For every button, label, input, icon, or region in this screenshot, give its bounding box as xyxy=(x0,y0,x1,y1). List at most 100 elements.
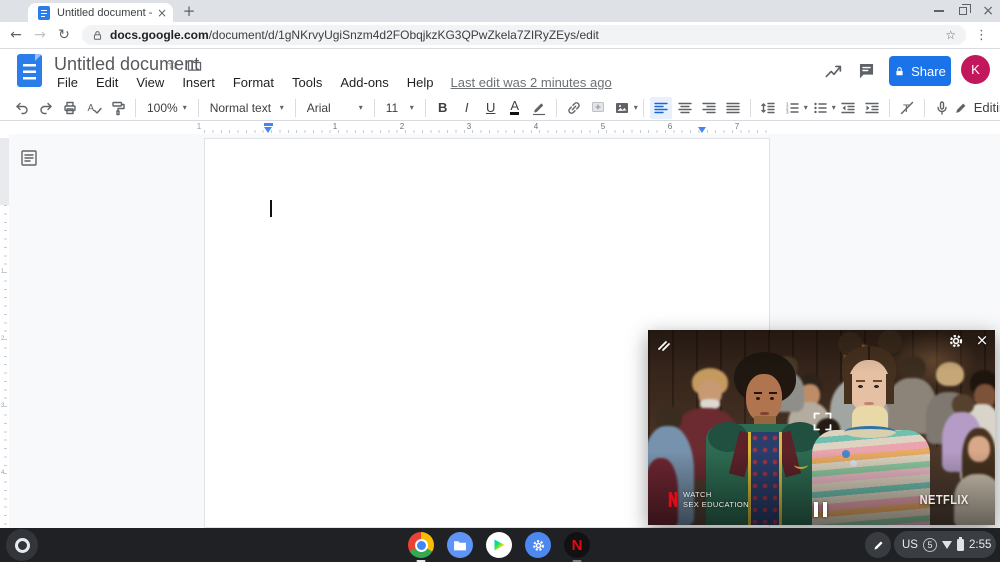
font-select[interactable]: Arial▾ xyxy=(301,101,369,115)
menu-edit[interactable]: Edit xyxy=(87,75,127,90)
docs-header: Untitled document ☆ File Edit View Inser… xyxy=(0,49,1000,95)
status-tray[interactable]: US 5 2:55 xyxy=(894,531,996,558)
menu-help[interactable]: Help xyxy=(398,75,443,90)
window-restore-button[interactable] xyxy=(959,7,967,15)
tab-close-icon[interactable]: × xyxy=(157,6,167,20)
window-close-button[interactable]: × xyxy=(982,4,994,18)
text-color-button[interactable]: A xyxy=(504,97,526,119)
fullscreen-icon[interactable] xyxy=(813,412,832,436)
account-avatar[interactable]: K xyxy=(961,55,990,84)
insert-link-button[interactable] xyxy=(563,97,585,119)
font-value: Arial xyxy=(307,101,331,115)
italic-button[interactable]: I xyxy=(456,97,478,119)
chevron-down-icon: ▾ xyxy=(410,103,414,112)
screen: Untitled document - Google Docs × + × ← … xyxy=(0,0,1000,562)
line-spacing-button[interactable] xyxy=(757,97,779,119)
pause-icon[interactable] xyxy=(814,502,827,517)
document-outline-icon[interactable] xyxy=(18,147,40,174)
ruler-number: 2 xyxy=(400,122,404,131)
vertical-ruler[interactable]: 1 2 3 4 xyxy=(0,134,9,528)
new-tab-button[interactable]: + xyxy=(179,1,199,21)
insert-image-button[interactable] xyxy=(611,97,633,119)
vruler-number: 4 xyxy=(1,470,4,476)
menu-tools[interactable]: Tools xyxy=(283,75,331,90)
bookmark-star-icon[interactable]: ☆ xyxy=(945,28,956,42)
align-center-button[interactable] xyxy=(674,97,696,119)
zoom-select[interactable]: 100%▾ xyxy=(141,101,193,115)
play-store-app-icon[interactable] xyxy=(486,532,512,558)
pen-icon xyxy=(872,539,885,552)
numbered-list-button[interactable]: 123 xyxy=(781,97,803,119)
redo-button[interactable] xyxy=(35,97,57,119)
horizontal-ruler[interactable]: 1 1 2 3 4 5 6 7 xyxy=(0,122,1000,134)
browser-refresh-button[interactable]: ↻ xyxy=(52,27,76,43)
stylus-tools-button[interactable] xyxy=(865,532,891,558)
highlight-color-button[interactable] xyxy=(528,97,550,119)
notification-badge: 5 xyxy=(923,538,937,552)
browser-menu-icon[interactable]: ⋮ xyxy=(975,28,988,43)
window-controls: × xyxy=(934,0,994,22)
browser-tab-strip: Untitled document - Google Docs × + × xyxy=(0,0,1000,22)
chevron-down-icon[interactable]: ▾ xyxy=(634,103,638,112)
star-document-icon[interactable]: ☆ xyxy=(167,58,179,73)
decrease-indent-button[interactable] xyxy=(837,97,859,119)
underline-button[interactable]: U xyxy=(480,97,502,119)
browser-tab[interactable]: Untitled document - Google Docs × xyxy=(28,3,173,22)
share-label: Share xyxy=(911,64,946,79)
align-right-button[interactable] xyxy=(698,97,720,119)
pip-close-icon[interactable]: × xyxy=(973,331,991,349)
chrome-app-icon[interactable] xyxy=(408,532,434,558)
avatar-initial: K xyxy=(971,62,980,77)
print-button[interactable] xyxy=(59,97,81,119)
pip-settings-icon[interactable] xyxy=(948,333,964,354)
pip-video-window[interactable]: × WATCH SEX EDUCATION NETFLIX xyxy=(648,330,995,525)
align-left-button[interactable] xyxy=(650,97,672,119)
window-minimize-button[interactable] xyxy=(934,10,944,12)
video-title: SEX EDUCATION xyxy=(683,500,749,510)
undo-button[interactable] xyxy=(11,97,33,119)
chevron-down-icon[interactable]: ▾ xyxy=(804,103,808,112)
clock: 2:55 xyxy=(969,539,991,551)
svg-text:3: 3 xyxy=(786,109,789,114)
add-comment-button[interactable] xyxy=(587,97,609,119)
spelling-check-button[interactable]: A xyxy=(83,97,105,119)
font-size-value: 11 xyxy=(386,101,398,115)
menu-file[interactable]: File xyxy=(48,75,87,90)
ruler-number: 7 xyxy=(735,122,739,131)
netflix-app-icon[interactable]: N xyxy=(564,532,590,558)
menu-view[interactable]: View xyxy=(127,75,173,90)
url-path: /document/d/1gNKrvyUgiSnzm4d2FObqjkzKG3Q… xyxy=(209,28,599,42)
justify-button[interactable] xyxy=(722,97,744,119)
files-app-icon[interactable] xyxy=(447,532,473,558)
paint-format-button[interactable] xyxy=(107,97,129,119)
left-indent-marker[interactable] xyxy=(264,127,272,133)
bold-button[interactable]: B xyxy=(432,97,454,119)
browser-back-button[interactable]: ← xyxy=(4,27,28,43)
docs-logo-icon[interactable] xyxy=(17,54,42,87)
menu-insert[interactable]: Insert xyxy=(173,75,224,90)
increase-indent-button[interactable] xyxy=(861,97,883,119)
styles-select[interactable]: Normal text▾ xyxy=(204,101,290,115)
voice-typing-button[interactable] xyxy=(931,97,953,119)
browser-forward-button[interactable]: → xyxy=(28,27,52,43)
right-indent-marker[interactable] xyxy=(698,127,706,133)
chevron-down-icon[interactable]: ▾ xyxy=(832,103,836,112)
share-button[interactable]: Share xyxy=(889,56,951,86)
back-to-tab-icon[interactable] xyxy=(656,336,672,357)
first-line-indent-marker[interactable] xyxy=(264,123,273,126)
netflix-wordmark: NETFLIX xyxy=(920,492,969,507)
url-bar[interactable]: docs.google.com/document/d/1gNKrvyUgiSnz… xyxy=(82,25,966,45)
document-insights-icon[interactable] xyxy=(824,61,843,85)
clear-formatting-button[interactable]: T xyxy=(896,97,918,119)
open-comments-icon[interactable] xyxy=(857,61,876,85)
menu-format[interactable]: Format xyxy=(224,75,283,90)
font-size-select[interactable]: 11 ▾ xyxy=(380,101,420,115)
last-edit-link[interactable]: Last edit was 2 minutes ago xyxy=(451,75,612,90)
text-cursor xyxy=(270,200,272,217)
editing-mode-select[interactable]: Editing ▾ xyxy=(954,100,1000,115)
menu-addons[interactable]: Add-ons xyxy=(331,75,397,90)
chromeos-shelf: N US 5 2:55 xyxy=(0,528,1000,562)
bulleted-list-button[interactable] xyxy=(809,97,831,119)
settings-app-icon[interactable] xyxy=(525,532,551,558)
launcher-button[interactable] xyxy=(6,529,38,561)
